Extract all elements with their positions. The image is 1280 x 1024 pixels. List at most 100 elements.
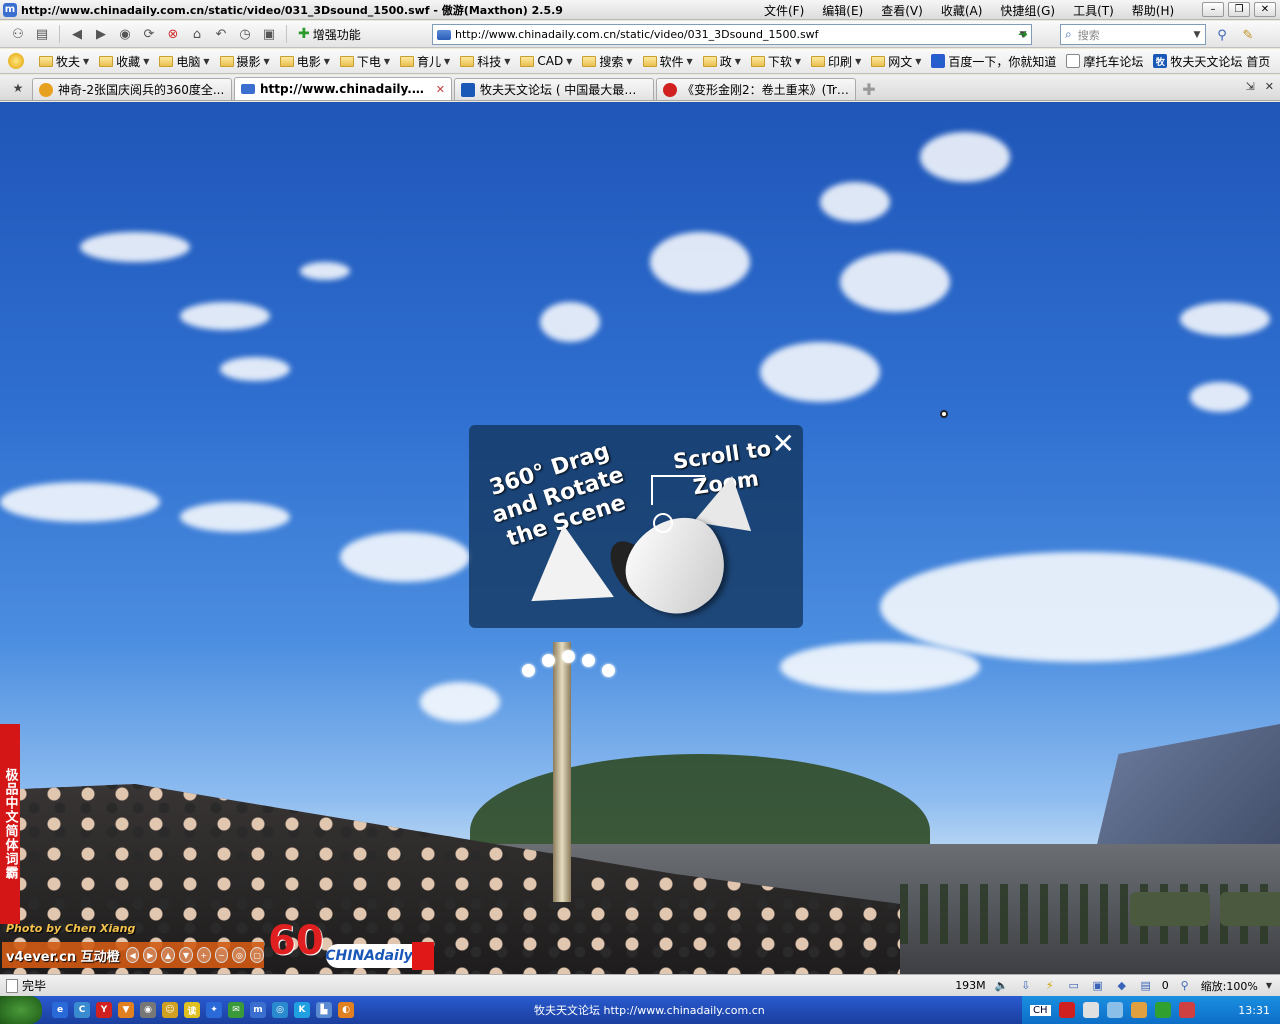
menu-file[interactable]: 文件(F) (755, 2, 813, 19)
menu-edit[interactable]: 编辑(E) (813, 2, 872, 19)
app-icon[interactable]: Y (96, 1002, 112, 1018)
tray-app-icon[interactable] (1154, 1002, 1171, 1018)
history-icon[interactable]: ◉ (115, 24, 135, 44)
fav-folder[interactable]: 软件 ▼ (638, 53, 698, 70)
app-icon[interactable]: K (294, 1002, 310, 1018)
close-tab-icon[interactable]: ✕ (436, 83, 445, 96)
vever-brand[interactable]: v4ever.cn 互动橙 (6, 946, 120, 965)
fav-folder[interactable]: 政 ▼ (698, 53, 746, 70)
home-icon[interactable]: ⌂ (187, 24, 207, 44)
close-all-tabs-icon[interactable]: ✕ (1265, 80, 1274, 93)
ie-icon[interactable]: e (52, 1002, 68, 1018)
zoom-level[interactable]: 缩放:100% (1201, 978, 1258, 994)
favorites-icon[interactable] (8, 53, 24, 69)
menu-help[interactable]: 帮助(H) (1123, 2, 1183, 19)
dictionary-side-banner[interactable]: 极品中文简体词霸 (0, 724, 20, 924)
address-bar[interactable]: http://www.chinadaily.com.cn/static/vide… (432, 24, 1032, 45)
tab-item[interactable]: 《变形金刚2：卷土重来》(Tra... (656, 78, 856, 100)
app-icon[interactable]: ✦ (206, 1002, 222, 1018)
help-icon[interactable] (1082, 1002, 1099, 1018)
download-icon[interactable]: ⇩ (1018, 978, 1034, 994)
close-window-button[interactable]: ✕ (1254, 2, 1276, 17)
fav-folder[interactable]: 牧夫 ▼ (34, 53, 94, 70)
system-clock[interactable]: 13:31 (1238, 1004, 1280, 1017)
menu-view[interactable]: 查看(V) (872, 2, 932, 19)
fav-folder[interactable]: 下电 ▼ (335, 53, 395, 70)
tab-item[interactable]: 牧夫天文论坛 ( 中国最大最早... (454, 78, 654, 100)
menu-groups[interactable]: 快捷组(G) (991, 2, 1064, 19)
tray-app-icon[interactable] (1130, 1002, 1147, 1018)
fav-folder[interactable]: 育儿 ▼ (395, 53, 455, 70)
arrow-left-icon[interactable]: ◀ (125, 947, 140, 963)
magnifier-icon[interactable]: ⚲ (1212, 25, 1232, 45)
address-input[interactable]: http://www.chinadaily.com.cn/static/vide… (455, 28, 1015, 41)
app-icon[interactable]: m (250, 1002, 266, 1018)
fav-link-baidu[interactable]: 🐾 百度一下，你就知道 (926, 53, 1061, 70)
diamond-icon[interactable]: ◆ (1114, 978, 1130, 994)
undo-icon[interactable]: ↶ (211, 24, 231, 44)
fav-link-moto[interactable]: 摩托车论坛 (1061, 53, 1148, 70)
menu-tools[interactable]: 工具(T) (1064, 2, 1123, 19)
arrow-right-icon[interactable]: ▶ (143, 947, 158, 963)
app-icon[interactable]: ✉ (228, 1002, 244, 1018)
zoom-out-icon[interactable]: − (214, 947, 229, 963)
search-box[interactable]: ⌕ 搜索 ▼ (1060, 24, 1206, 45)
new-tab-button[interactable]: ✚ (858, 78, 880, 100)
fav-folder[interactable]: 电影 ▼ (275, 53, 335, 70)
go-arrow-icon[interactable]: ➜ (1014, 25, 1032, 43)
app-icon[interactable]: ◐ (338, 1002, 354, 1018)
app-icon[interactable]: ◉ (140, 1002, 156, 1018)
refresh-icon[interactable]: ⟳ (139, 24, 159, 44)
zoom-in-icon[interactable]: + (196, 947, 211, 963)
fav-folder[interactable]: CAD ▼ (515, 54, 577, 68)
fav-folder[interactable]: 科技 ▼ (455, 53, 515, 70)
window-icon[interactable]: ▭ (1066, 978, 1082, 994)
fav-folder[interactable]: 印刷 ▼ (806, 53, 866, 70)
fav-folder[interactable]: 下软 ▼ (746, 53, 806, 70)
taskbar-item-browser[interactable]: 牧夫天文论坛 http://www.chinadaily.com.cn (534, 999, 874, 1021)
lightning-icon[interactable]: ⚡ (1042, 978, 1058, 994)
minimize-button[interactable]: – (1202, 2, 1224, 17)
screen-icon[interactable]: ▣ (1090, 978, 1106, 994)
autorotate-icon[interactable]: ◎ (232, 947, 247, 963)
fav-folder[interactable]: 摄影 ▼ (215, 53, 275, 70)
tab-item[interactable]: 神奇-2张国庆阅兵的360度全... (32, 78, 232, 100)
memory-usage[interactable]: 193M (955, 979, 986, 992)
fav-folder[interactable]: 收藏 ▼ (94, 53, 154, 70)
fav-folder[interactable]: 搜索 ▼ (577, 53, 637, 70)
flash-panorama-viewer[interactable]: ✕ 360° Drag and Rotate the Scene Scroll … (0, 102, 1280, 974)
arrow-up-icon[interactable]: ▲ (161, 947, 176, 963)
enhance-features-button[interactable]: ✚ 增强功能 (294, 26, 365, 43)
start-button[interactable] (0, 996, 42, 1024)
list-icon[interactable]: ▤ (1138, 978, 1154, 994)
tab-item-active[interactable]: http://www.chinadaily.com.... ✕ (234, 77, 452, 100)
zoom-icon[interactable]: ⚲ (1177, 978, 1193, 994)
language-indicator[interactable]: CH (1030, 1004, 1051, 1016)
highlight-icon[interactable]: ✎ (1238, 25, 1258, 45)
stop-icon[interactable]: ⊗ (163, 24, 183, 44)
caret-down-icon[interactable]: ▼ (1266, 981, 1272, 990)
back-arrow-icon[interactable]: ◀ (67, 24, 87, 44)
fav-folder[interactable]: 网文 ▼ (866, 53, 926, 70)
menu-favorites[interactable]: 收藏(A) (932, 2, 992, 19)
star-icon[interactable]: ★ (4, 76, 32, 100)
screen-icon[interactable]: ▣ (259, 24, 279, 44)
speaker-icon[interactable]: 🔈 (994, 978, 1010, 994)
maxthon-app-icon[interactable]: m (3, 2, 17, 17)
fav-link-mufu[interactable]: 牧牧夫天文论坛 首页 (1148, 53, 1275, 70)
app-icon[interactable]: ▼ (118, 1002, 134, 1018)
app-icon[interactable]: ◎ (272, 1002, 288, 1018)
tray-app-icon[interactable] (1178, 1002, 1195, 1018)
search-input[interactable]: 搜索 (1078, 27, 1189, 43)
network-icon[interactable] (1106, 1002, 1123, 1018)
forward-arrow-icon[interactable]: ▶ (91, 24, 111, 44)
tab-menu-icon[interactable]: ⇲ (1246, 80, 1255, 93)
ime-icon[interactable] (1058, 1002, 1075, 1018)
app-icon[interactable]: C (74, 1002, 90, 1018)
chevron-down-icon[interactable]: ▼ (1189, 30, 1205, 40)
new-page-icon[interactable]: ▤ (32, 24, 52, 44)
app-icon[interactable]: 读 (184, 1002, 200, 1018)
app-icon[interactable]: ☺ (162, 1002, 178, 1018)
arrow-down-icon[interactable]: ▼ (179, 947, 193, 963)
app-icon[interactable]: ▙ (316, 1002, 332, 1018)
